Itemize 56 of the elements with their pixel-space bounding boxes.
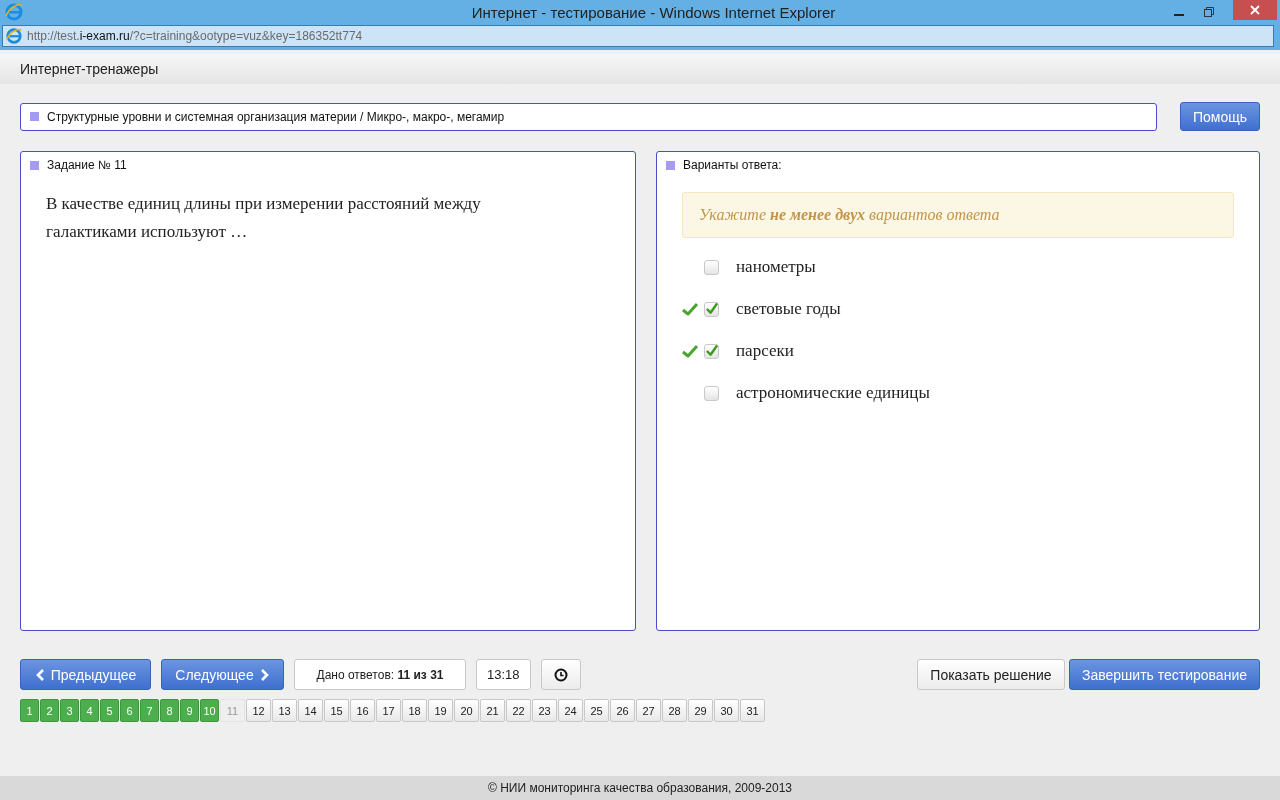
question-text: В качестве единиц длины при измерении расстояний между галактиками используют … (46, 193, 482, 243)
square-icon (30, 160, 39, 170)
question-number-button[interactable]: 22 (506, 699, 531, 722)
question-number-button[interactable]: 28 (662, 699, 687, 722)
square-icon (30, 112, 39, 121)
question-number-button[interactable]: 14 (298, 699, 323, 722)
question-number-button[interactable]: 18 (402, 699, 427, 722)
question-number-button[interactable]: 23 (532, 699, 557, 722)
restore-icon[interactable] (1203, 6, 1215, 18)
browser-logo-icon (4, 2, 24, 22)
answered-counter: Дано ответов: 11 из 31 (294, 659, 466, 690)
question-number-button[interactable]: 17 (376, 699, 401, 722)
browser-logo-icon (5, 27, 23, 45)
checkbox[interactable] (704, 301, 719, 317)
option-label[interactable]: астрономические единицы (736, 383, 930, 403)
chevron-right-icon (259, 668, 270, 681)
question-number-button[interactable]: 29 (688, 699, 713, 722)
clock-icon (553, 667, 568, 682)
question-number-button[interactable]: 12 (246, 699, 271, 722)
question-number-button[interactable]: 15 (324, 699, 349, 722)
question-number-button[interactable]: 20 (454, 699, 479, 722)
hint-alert: Укажите не менее двух вариантов ответа (682, 192, 1234, 238)
show-solution-button[interactable]: Показать решение (917, 659, 1065, 690)
previous-button[interactable]: Предыдущее (20, 659, 151, 690)
next-button[interactable]: Следующее (161, 659, 284, 690)
option-label[interactable]: нанометры (736, 257, 816, 277)
finish-button[interactable]: Завершить тестирование (1069, 659, 1260, 690)
option-label[interactable]: световые годы (736, 299, 841, 319)
question-number-button[interactable]: 19 (428, 699, 453, 722)
question-number-button[interactable]: 25 (584, 699, 609, 722)
question-number-button[interactable]: 16 (350, 699, 375, 722)
close-icon (1249, 4, 1261, 16)
answers-heading: Варианты ответа: (683, 158, 782, 172)
copyright-text: © НИИ мониторинга качества образования, 2009-2013 (488, 781, 792, 795)
checkbox[interactable] (704, 343, 719, 359)
timer: 13:18 (476, 659, 531, 690)
topic-path: Структурные уровни и системная организация материи / Микро-, макро-, мегамир (47, 109, 505, 124)
question-number-button[interactable]: 24 (558, 699, 583, 722)
checkbox[interactable] (704, 385, 719, 401)
question-number-button[interactable]: 13 (272, 699, 297, 722)
square-icon (666, 160, 675, 170)
question-number-button[interactable]: 30 (714, 699, 739, 722)
address-field[interactable]: http://test.i-exam.ru/?c=training&ootype=vuz&key=186352tt774 (2, 25, 1274, 47)
chevron-left-icon (34, 668, 45, 681)
checkbox[interactable] (704, 259, 719, 275)
clock-button[interactable] (540, 659, 581, 690)
question-number-button[interactable]: 31 (740, 699, 765, 722)
option-label[interactable]: парсеки (736, 341, 794, 361)
close-button[interactable] (1233, 0, 1277, 20)
question-number-button[interactable]: 21 (480, 699, 505, 722)
task-heading: Задание № 11 (47, 158, 127, 172)
question-number-button[interactable]: 26 (610, 699, 635, 722)
help-button[interactable]: Помощь (1180, 102, 1260, 131)
question-number-button[interactable]: 27 (636, 699, 661, 722)
window-title: Интернет - тестирование - Windows Internet Explorer (470, 3, 837, 21)
site-title: Интернет-тренажеры (20, 61, 159, 77)
